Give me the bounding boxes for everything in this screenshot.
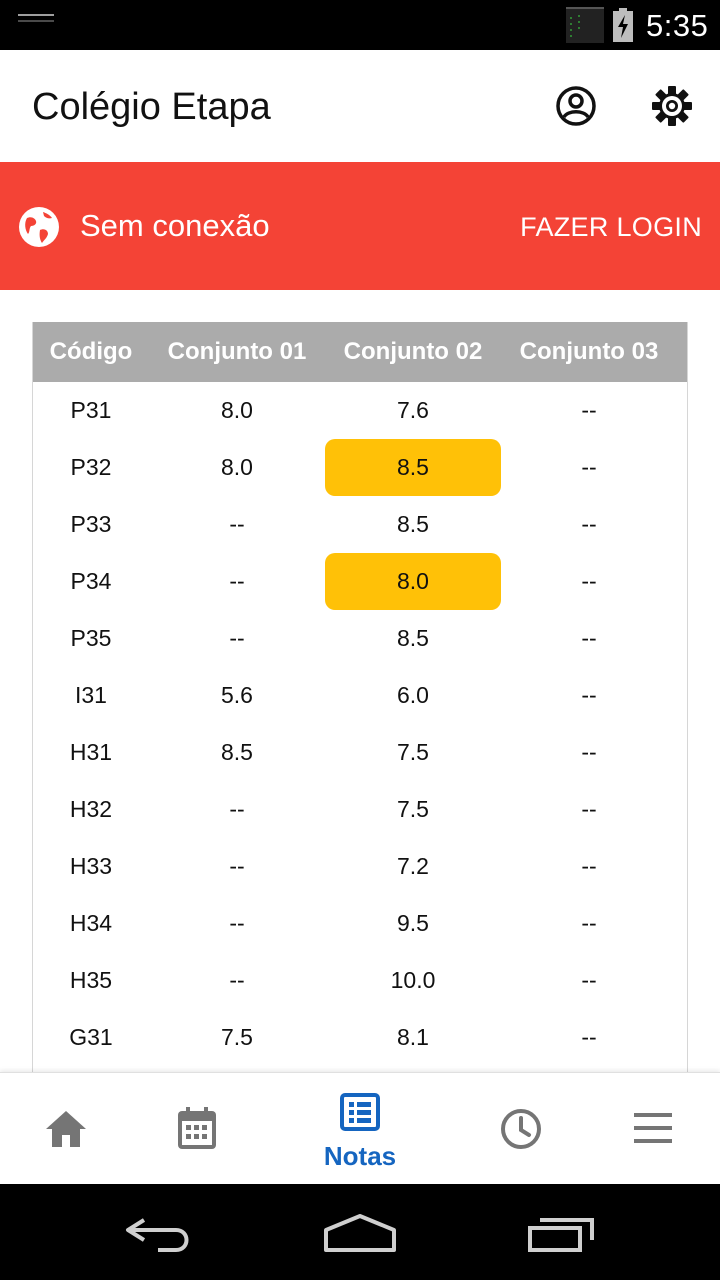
cell-conjunto-01: -- <box>229 967 245 993</box>
cell-conjunto-02: 10.0 <box>390 967 436 993</box>
highlight-pill: 8.5 <box>325 439 501 496</box>
cell-conjunto-03: -- <box>581 739 597 765</box>
cell-code: P33 <box>70 511 112 537</box>
cell-conjunto-02: 8.5 <box>397 511 429 537</box>
cell-conjunto-01: -- <box>229 910 245 936</box>
cell-conjunto-02: 8.5 <box>397 625 429 651</box>
cell-conjunto-01: -- <box>229 796 245 822</box>
table-row: P32 8.0 8.5 -- <box>33 439 687 496</box>
highlight-pill: 8.0 <box>325 553 501 610</box>
signal-icon <box>566 7 604 43</box>
table-row: H35 -- 10.0 -- <box>33 952 687 1009</box>
cell-code: G31 <box>69 1024 113 1050</box>
cell-conjunto-02: 9.5 <box>397 910 429 936</box>
cell-code: P34 <box>70 568 112 594</box>
settings-icon[interactable] <box>650 84 694 128</box>
home-outline-icon[interactable] <box>322 1212 398 1254</box>
offline-message: Sem conexão <box>80 208 270 243</box>
cell-conjunto-03: -- <box>581 1024 597 1050</box>
grades-body: P31 8.0 7.6 -- P32 8.0 8.5 -- P33 -- 8.5 -- P34 -- 8.0… <box>33 382 687 1066</box>
cell-code: H35 <box>69 967 113 993</box>
cell-code: P35 <box>70 625 112 651</box>
table-row: P31 8.0 7.6 -- <box>33 382 687 439</box>
table-row: H33 -- 7.2 -- <box>33 838 687 895</box>
nav-menu[interactable] <box>594 1073 714 1185</box>
bottom-nav: Notas <box>0 1072 720 1184</box>
nav-home[interactable] <box>6 1073 126 1185</box>
back-icon[interactable] <box>124 1214 194 1254</box>
cell-code: H34 <box>69 910 113 936</box>
grades-table: Código Conjunto 01 Conjunto 02 Conjunto … <box>32 322 688 1072</box>
nav-calendar[interactable] <box>138 1073 258 1185</box>
cell-conjunto-03: -- <box>581 454 597 480</box>
notification-icon <box>18 14 54 24</box>
cell-conjunto-03: -- <box>581 511 597 537</box>
table-row: G31 7.5 8.1 -- <box>33 1009 687 1066</box>
cell-code: H32 <box>69 796 113 822</box>
cell-conjunto-03: -- <box>581 682 597 708</box>
clock-icon <box>501 1109 541 1149</box>
table-row: I31 5.6 6.0 -- <box>33 667 687 724</box>
app-bar: Colégio Etapa <box>0 50 720 162</box>
cell-conjunto-01: 7.5 <box>221 1024 253 1050</box>
cell-code: P32 <box>70 454 112 480</box>
system-nav-bar <box>0 1184 720 1280</box>
cell-conjunto-02: 7.5 <box>397 796 429 822</box>
cell-conjunto-02: 8.5 <box>325 439 501 496</box>
header-codigo: Código <box>49 338 133 365</box>
cell-conjunto-03: -- <box>581 397 597 423</box>
menu-icon <box>634 1113 672 1143</box>
cell-conjunto-01: 8.0 <box>221 454 253 480</box>
cell-conjunto-03: -- <box>581 967 597 993</box>
cell-conjunto-02: 6.0 <box>397 682 429 708</box>
cell-code: H33 <box>69 853 113 879</box>
cell-code: H31 <box>69 739 113 765</box>
cell-conjunto-01: -- <box>229 625 245 651</box>
home-icon <box>46 1111 86 1147</box>
cell-conjunto-03: -- <box>581 853 597 879</box>
cell-conjunto-02: 7.2 <box>397 853 429 879</box>
header-conjunto-02: Conjunto 02 <box>343 338 483 365</box>
battery-charging-icon <box>613 8 633 42</box>
nav-notas-label: Notas <box>323 1141 397 1171</box>
cell-conjunto-02: 8.1 <box>397 1024 429 1050</box>
notes-list-icon <box>340 1093 380 1131</box>
cell-code: I31 <box>75 682 107 708</box>
app-title: Colégio Etapa <box>32 86 271 128</box>
status-bar: 5:35 <box>0 0 720 50</box>
table-row: P34 -- 8.0 -- <box>33 553 687 610</box>
cell-conjunto-02: 7.6 <box>397 397 429 423</box>
cell-conjunto-03: -- <box>581 910 597 936</box>
calendar-icon <box>178 1107 216 1149</box>
table-row: P33 -- 8.5 -- <box>33 496 687 553</box>
recent-apps-icon[interactable] <box>526 1214 598 1254</box>
table-row: H34 -- 9.5 -- <box>33 895 687 952</box>
offline-banner: Sem conexão FAZER LOGIN <box>0 162 720 290</box>
cell-conjunto-01: 8.5 <box>221 739 253 765</box>
grades-header: Código Conjunto 01 Conjunto 02 Conjunto … <box>33 322 687 382</box>
cell-conjunto-03: -- <box>581 625 597 651</box>
nav-notas[interactable]: Notas <box>300 1073 420 1185</box>
cell-conjunto-03: -- <box>581 796 597 822</box>
cell-conjunto-01: 5.6 <box>221 682 253 708</box>
cell-conjunto-01: 8.0 <box>221 397 253 423</box>
globe-icon <box>19 207 59 247</box>
table-row: P35 -- 8.5 -- <box>33 610 687 667</box>
account-icon[interactable] <box>554 84 598 128</box>
nav-history[interactable] <box>462 1073 582 1185</box>
login-button[interactable]: FAZER LOGIN <box>520 212 702 243</box>
cell-conjunto-02: 8.0 <box>325 553 501 610</box>
cell-code: P31 <box>70 397 112 423</box>
cell-conjunto-02: 7.5 <box>397 739 429 765</box>
header-conjunto-01: Conjunto 01 <box>167 338 307 365</box>
table-row: H31 8.5 7.5 -- <box>33 724 687 781</box>
status-time: 5:35 <box>646 8 709 43</box>
cell-conjunto-01: -- <box>229 511 245 537</box>
cell-conjunto-01: -- <box>229 568 245 594</box>
table-row: H32 -- 7.5 -- <box>33 781 687 838</box>
cell-conjunto-03: -- <box>581 568 597 594</box>
cell-conjunto-01: -- <box>229 853 245 879</box>
header-conjunto-03: Conjunto 03 <box>519 338 659 365</box>
